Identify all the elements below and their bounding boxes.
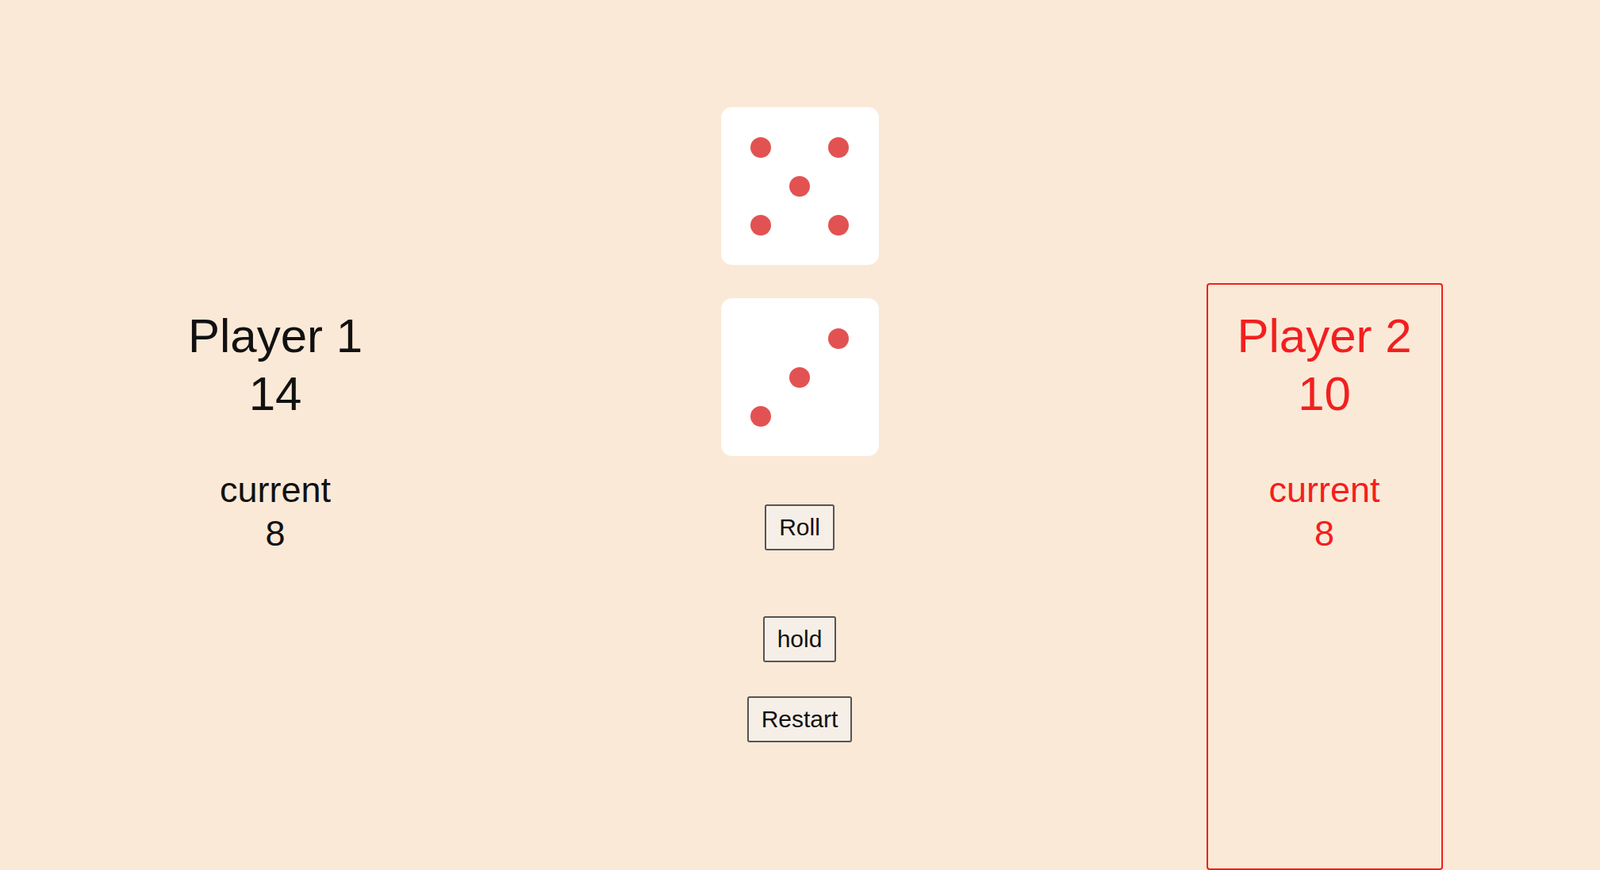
game-board: Player 114current8RollholdRestartPlayer …: [0, 0, 1600, 870]
player-panel: Player 114 current8: [157, 283, 394, 870]
die: [721, 107, 879, 265]
pip: [789, 214, 810, 236]
pip: [789, 328, 810, 350]
pip: [750, 367, 772, 388]
current-label: current: [1268, 468, 1380, 513]
pip: [750, 328, 772, 350]
player-name: Player 1: [188, 306, 363, 365]
current-label: current: [219, 468, 331, 513]
pip: [828, 214, 849, 236]
pip: [789, 367, 810, 388]
pip: [828, 137, 849, 158]
player-column: Player 210 current8: [1048, 0, 1600, 870]
current-score: 8: [264, 512, 285, 557]
player-score: 10: [1297, 364, 1351, 423]
pip: [828, 328, 849, 350]
player-score: 14: [249, 364, 303, 423]
pip: [789, 406, 810, 427]
player-panel: Player 210 current8: [1206, 283, 1443, 870]
hold-button[interactable]: hold: [763, 616, 837, 663]
pip: [750, 176, 772, 197]
pip: [750, 214, 772, 236]
pip: [828, 367, 849, 388]
roll-button[interactable]: Roll: [764, 504, 835, 551]
player-column: Player 114 current8: [0, 0, 551, 870]
pip: [828, 406, 849, 427]
pip: [828, 176, 849, 197]
restart-button[interactable]: Restart: [747, 696, 853, 743]
pip: [789, 176, 810, 197]
controls-column: Roll hold Restart: [550, 0, 1049, 870]
current-score: 8: [1314, 512, 1335, 557]
die: [721, 298, 879, 457]
pip: [750, 406, 772, 427]
pip: [750, 137, 772, 158]
player-name: Player 2: [1236, 306, 1412, 365]
pip: [789, 137, 810, 158]
